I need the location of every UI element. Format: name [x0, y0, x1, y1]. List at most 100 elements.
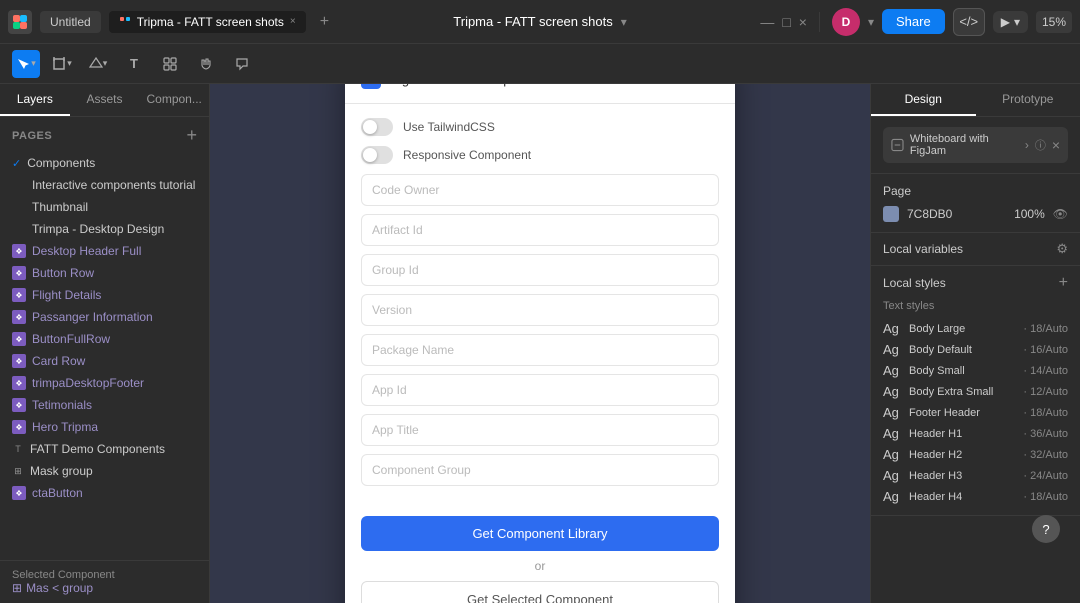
style-item-body-small[interactable]: Ag Body Small · 14/Auto — [883, 360, 1068, 381]
style-item-body-extra-small[interactable]: Ag Body Extra Small · 12/Auto — [883, 381, 1068, 402]
tab-assets[interactable]: Assets — [70, 84, 140, 116]
page-item-label: Flight Details — [32, 288, 101, 302]
page-item-label: Hero Tripma — [32, 420, 98, 434]
page-item-card-row[interactable]: ❖ Card Row — [0, 350, 209, 372]
shape-tool[interactable]: ▾ — [84, 50, 112, 78]
component-group-input[interactable] — [361, 454, 719, 486]
tailwind-label: Use TailwindCSS — [403, 120, 495, 134]
visibility-icon[interactable]: 👁 — [1053, 207, 1068, 221]
package-name-input[interactable] — [361, 334, 719, 366]
tab-fatt[interactable]: Tripma - FATT screen shots × — [109, 11, 306, 33]
app-id-input[interactable] — [361, 374, 719, 406]
pages-list: ✓ Components Interactive components tuto… — [0, 150, 209, 560]
group-id-input[interactable] — [361, 254, 719, 286]
get-selected-component-button[interactable]: Get Selected Component — [361, 581, 719, 603]
style-item-footer-header[interactable]: Ag Footer Header · 18/Auto — [883, 402, 1068, 423]
or-divider: or — [361, 559, 719, 573]
modal-body: Use TailwindCSS Responsive Component — [345, 104, 735, 508]
get-component-library-button[interactable]: Get Component Library — [361, 516, 719, 551]
style-item-body-default[interactable]: Ag Body Default · 16/Auto — [883, 339, 1068, 360]
page-item-hero[interactable]: ❖ Hero Tripma — [0, 416, 209, 438]
whiteboard-close-icon[interactable]: × — [1052, 137, 1060, 153]
page-item-desktop-design[interactable]: Trimpa - Desktop Design — [0, 218, 209, 240]
version-input[interactable] — [361, 294, 719, 326]
page-color-swatch[interactable] — [883, 206, 899, 222]
info-icon[interactable]: ⓘ — [1035, 137, 1046, 153]
window-close-icon[interactable]: × — [799, 14, 807, 30]
style-item-header-h1[interactable]: Ag Header H1 · 36/Auto — [883, 423, 1068, 444]
add-page-button[interactable]: + — [186, 125, 197, 146]
selected-component-section: Selected Component ⊞ Mas < group — [0, 560, 209, 603]
tab-components[interactable]: Compon... — [139, 84, 209, 116]
style-item-header-h4[interactable]: Ag Header H4 · 18/Auto — [883, 486, 1068, 507]
style-name: Header H4 — [909, 491, 1015, 503]
local-variables-icon[interactable]: ⚙ — [1056, 241, 1068, 257]
tailwind-toggle[interactable] — [361, 118, 393, 136]
comp-icon: ❖ — [12, 266, 26, 280]
page-item-button-row[interactable]: ❖ Button Row — [0, 262, 209, 284]
style-ag-icon: Ag — [883, 321, 901, 336]
page-item-label: Trimpa - Desktop Design — [32, 222, 164, 236]
tab-fatt-label: Tripma - FATT screen shots — [137, 15, 284, 29]
style-ag-icon: Ag — [883, 447, 901, 462]
title-chevron-icon[interactable]: ▾ — [621, 15, 627, 29]
share-button[interactable]: Share — [882, 9, 945, 34]
play-button[interactable]: ▶ ▾ — [993, 11, 1028, 33]
page-item-label: Card Row — [32, 354, 85, 368]
page-section-title: Page — [883, 184, 911, 198]
app-title-input[interactable] — [361, 414, 719, 446]
comment-tool[interactable] — [228, 50, 256, 78]
artifact-id-input[interactable] — [361, 214, 719, 246]
hand-tool[interactable] — [192, 50, 220, 78]
page-item-footer[interactable]: ❖ trimpaDesktopFooter — [0, 372, 209, 394]
top-bar-center: Tripma - FATT screen shots ▾ — [453, 14, 626, 29]
zoom-level[interactable]: 15% — [1036, 11, 1072, 33]
window-minimize-icon[interactable]: — — [760, 14, 774, 30]
play-icon: ▶ — [1001, 15, 1010, 29]
text-page-icon: T — [12, 443, 24, 455]
page-item-tetimonials[interactable]: ❖ Tetimonials — [0, 394, 209, 416]
code-button[interactable]: </> — [953, 8, 985, 36]
page-item-components[interactable]: ✓ Components — [0, 152, 209, 174]
style-size: · 14/Auto — [1023, 365, 1068, 377]
tab-layers[interactable]: Layers — [0, 84, 70, 116]
toggle-knob — [363, 148, 377, 162]
modal-footer: Get Component Library or Get Selected Co… — [345, 508, 735, 603]
comp-icon: ❖ — [12, 288, 26, 302]
style-name: Header H2 — [909, 449, 1015, 461]
add-style-button[interactable]: + — [1059, 274, 1068, 292]
page-item-flight-details[interactable]: ❖ Flight Details — [0, 284, 209, 306]
style-item-header-h3[interactable]: Ag Header H3 · 24/Auto — [883, 465, 1068, 486]
select-tool[interactable]: ▾ — [12, 50, 40, 78]
tab-untitled[interactable]: Untitled — [40, 11, 101, 33]
page-item-interactive[interactable]: Interactive components tutorial — [0, 174, 209, 196]
add-tab-button[interactable]: + — [314, 11, 335, 33]
page-item-buttonfullrow[interactable]: ❖ ButtonFullRow — [0, 328, 209, 350]
window-restore-icon[interactable]: □ — [782, 14, 790, 30]
page-item-cta-button[interactable]: ❖ ctaButton — [0, 482, 209, 504]
page-item-mask-group[interactable]: ⊞ Mask group — [0, 460, 209, 482]
text-tool[interactable]: T — [120, 50, 148, 78]
style-item-body-large[interactable]: Ag Body Large · 18/Auto — [883, 318, 1068, 339]
page-item-label: Tetimonials — [32, 398, 92, 412]
tab-design[interactable]: Design — [871, 84, 976, 116]
avatar-chevron-icon[interactable]: ▾ — [868, 15, 874, 29]
components-tool[interactable] — [156, 50, 184, 78]
page-item-fatt-demo[interactable]: T FATT Demo Components — [0, 438, 209, 460]
modal-close-button[interactable]: × — [708, 84, 719, 88]
whiteboard-link[interactable]: Whiteboard with FigJam › ⓘ × — [883, 127, 1068, 163]
page-item-desktop-header[interactable]: ❖ Desktop Header Full — [0, 240, 209, 262]
modal-header: F Figma To AEM Template Transformer × — [345, 84, 735, 104]
help-button[interactable]: ? — [1032, 515, 1060, 543]
top-bar: Untitled Tripma - FATT screen shots × + … — [0, 0, 1080, 44]
tab-prototype[interactable]: Prototype — [976, 84, 1080, 116]
modal-overlay: F Figma To AEM Template Transformer × Us… — [210, 84, 870, 603]
page-item-passanger[interactable]: ❖ Passanger Information — [0, 306, 209, 328]
style-item-header-h2[interactable]: Ag Header H2 · 32/Auto — [883, 444, 1068, 465]
page-item-thumbnail[interactable]: Thumbnail — [0, 196, 209, 218]
responsive-toggle[interactable] — [361, 146, 393, 164]
tab-close-icon[interactable]: × — [290, 16, 296, 27]
frame-tool[interactable]: ▾ — [48, 50, 76, 78]
code-owner-input[interactable] — [361, 174, 719, 206]
page-color-value: 7C8DB0 — [907, 207, 952, 221]
